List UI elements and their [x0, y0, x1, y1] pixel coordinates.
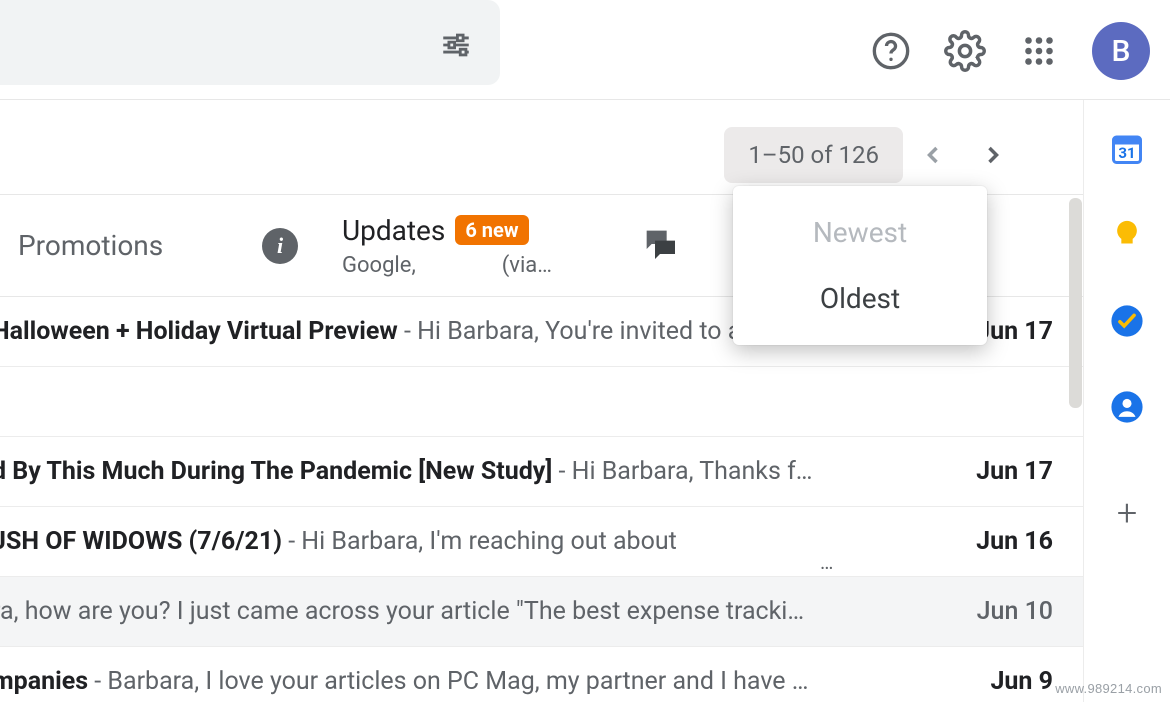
- tab-subtext: (via…: [502, 253, 552, 278]
- sort-option-oldest[interactable]: Oldest: [733, 266, 987, 332]
- forums-icon: [640, 224, 680, 268]
- pager-range-button[interactable]: 1–50 of 126: [724, 127, 903, 183]
- scrollbar-thumb[interactable]: [1069, 198, 1082, 408]
- account-avatar[interactable]: B: [1092, 22, 1150, 80]
- settings-gear-icon[interactable]: [940, 26, 990, 76]
- help-icon[interactable]: [866, 26, 916, 76]
- tab-label: Promotions: [18, 229, 163, 262]
- watermark: www.989214.com: [1055, 681, 1162, 696]
- message-row[interactable]: d By This Much During The Pandemic [New …: [0, 437, 1083, 507]
- pager: 1–50 of 126: [724, 125, 1023, 185]
- header-icons: B: [866, 22, 1150, 80]
- new-badge: 6 new: [455, 215, 528, 245]
- svg-text:31: 31: [1118, 144, 1135, 162]
- sort-option-newest: Newest: [733, 200, 987, 266]
- message-row[interactable]: JSH OF WIDOWS (7/6/21) - Hi Barbara, I'm…: [0, 507, 1083, 577]
- tasks-icon[interactable]: [1108, 302, 1146, 340]
- message-date: Jun 17: [961, 457, 1053, 486]
- tab-updates[interactable]: Updates 6 new Google, (via…: [342, 214, 562, 278]
- add-addon-icon[interactable]: +: [1108, 494, 1146, 532]
- message-text: d By This Much During The Pandemic [New …: [0, 457, 937, 486]
- tab-label: Updates: [342, 214, 445, 247]
- apps-grid-icon[interactable]: [1014, 26, 1064, 76]
- message-date: Jun 16: [961, 527, 1053, 556]
- message-text: JSH OF WIDOWS (7/6/21) - Hi Barbara, I'm…: [0, 527, 937, 556]
- tab-subtext: Google,: [342, 253, 416, 278]
- message-list: Halloween + Holiday Virtual Preview - Hi…: [0, 297, 1083, 702]
- info-icon[interactable]: i: [262, 228, 298, 264]
- list-toolbar: 1–50 of 126: [0, 100, 1083, 195]
- keep-icon[interactable]: [1108, 216, 1146, 254]
- search-options-icon[interactable]: [436, 25, 476, 65]
- side-panel: 31 +: [1083, 100, 1170, 702]
- message-date: Jun 10: [961, 597, 1053, 626]
- message-text: mpanies - Barbara, I love your articles …: [0, 667, 937, 696]
- search-bar[interactable]: [0, 0, 500, 85]
- contacts-icon[interactable]: [1108, 388, 1146, 426]
- pager-next-icon[interactable]: [963, 125, 1023, 185]
- ellipsis-icon: …: [820, 550, 835, 574]
- tab-promotions[interactable]: Promotions: [18, 229, 238, 262]
- sort-dropdown: Newest Oldest: [733, 186, 987, 345]
- message-row[interactable]: mpanies - Barbara, I love your articles …: [0, 647, 1083, 702]
- message-row[interactable]: ra, how are you? I just came across your…: [0, 577, 1083, 647]
- header-bar: B: [0, 0, 1170, 100]
- message-text: ra, how are you? I just came across your…: [0, 597, 937, 626]
- pager-prev-icon[interactable]: [903, 125, 963, 185]
- calendar-icon[interactable]: 31: [1108, 130, 1146, 168]
- message-date: Jun 9: [961, 667, 1053, 696]
